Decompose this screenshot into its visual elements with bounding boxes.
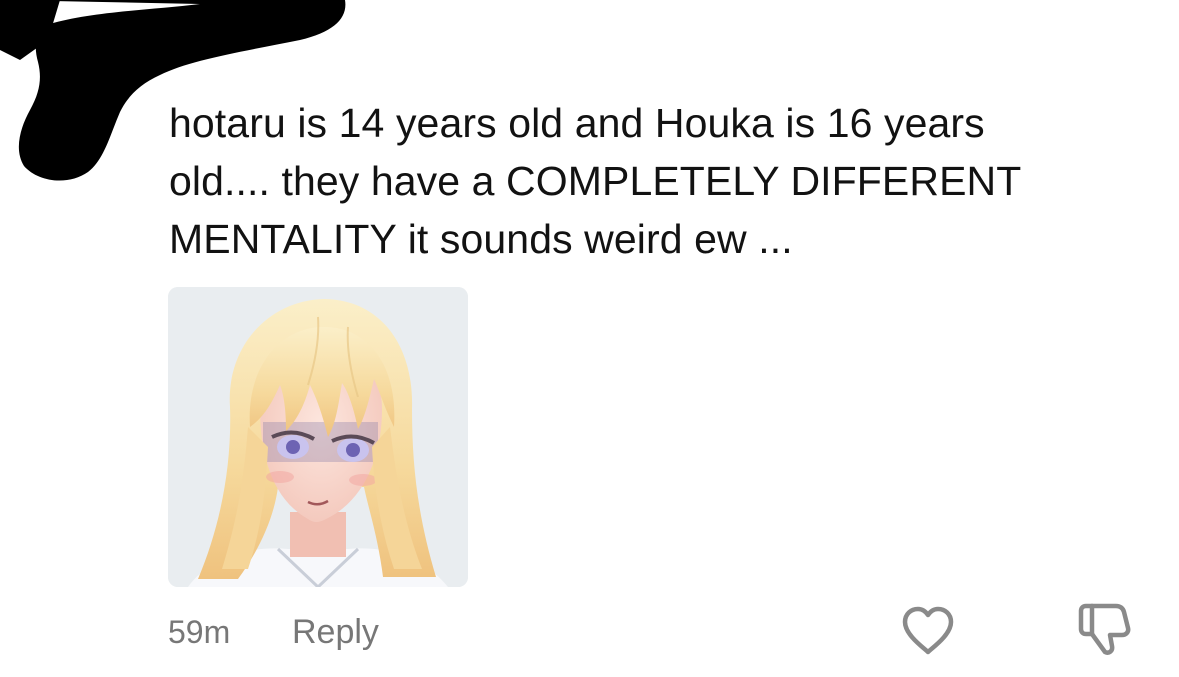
- thumbs-down-outline-icon: [1078, 603, 1131, 655]
- comment-line: hotaru is 14 years old and Houka is 16 y…: [169, 100, 985, 146]
- comment-text: hotaru is 14 years old and Houka is 16 y…: [169, 94, 1129, 268]
- comment-timestamp: 59m: [168, 614, 231, 650]
- comment-line: MENTALITY it sounds weird ew ...: [169, 216, 793, 262]
- dislike-button[interactable]: [1076, 600, 1134, 658]
- heart-outline-icon: [902, 606, 954, 655]
- reply-button[interactable]: Reply: [292, 612, 379, 652]
- comment-sticker: [168, 287, 468, 587]
- comment-line: old.... they have a COMPLETELY DIFFERENT: [169, 158, 1022, 204]
- like-button[interactable]: [900, 605, 956, 657]
- anime-girl-sticker: [168, 287, 468, 587]
